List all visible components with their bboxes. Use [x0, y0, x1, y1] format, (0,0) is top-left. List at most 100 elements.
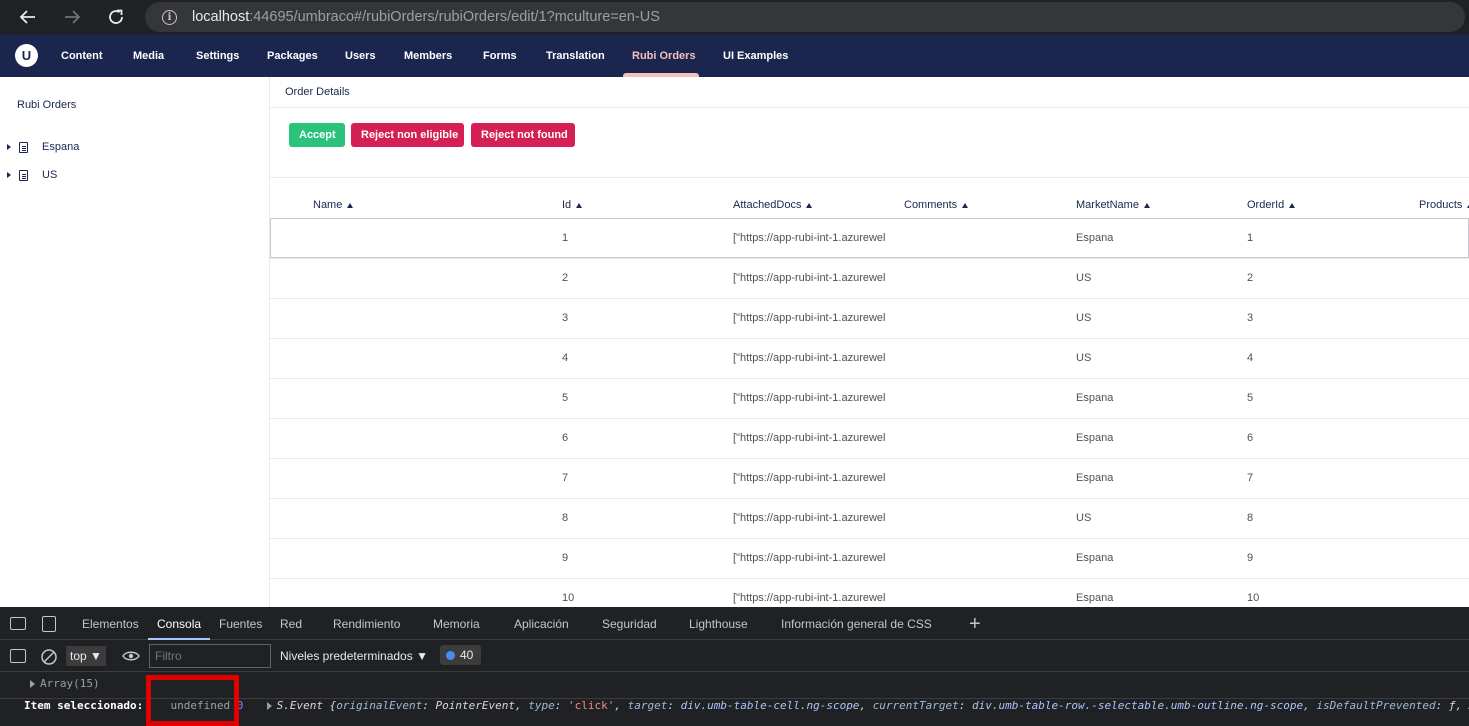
- column-header-products[interactable]: Products: [1419, 199, 1469, 211]
- devtools-tab-lighthouse[interactable]: Lighthouse: [689, 607, 748, 640]
- back-button[interactable]: [17, 6, 39, 28]
- column-header-attacheddocs[interactable]: AttachedDocs: [733, 199, 813, 211]
- event-separator: :: [667, 699, 681, 712]
- add-tab-icon[interactable]: +: [969, 613, 981, 636]
- accept-button[interactable]: Accept: [289, 123, 345, 147]
- table-cell-id: 8: [562, 512, 569, 524]
- live-expression-eye-icon[interactable]: [122, 650, 140, 662]
- nav-item-content[interactable]: Content: [61, 35, 103, 77]
- sort-ascending-icon[interactable]: [576, 202, 583, 208]
- log-levels-dropdown[interactable]: Niveles predeterminados ▼: [280, 649, 428, 663]
- sort-ascending-icon[interactable]: [1289, 202, 1296, 208]
- table-row[interactable]: 7 ["https://app-rubi-int-1.azurewel Espana…: [270, 458, 1469, 498]
- event-separator: ,: [1455, 699, 1469, 712]
- nav-item-media[interactable]: Media: [133, 35, 164, 77]
- column-header-orderid[interactable]: OrderId: [1247, 199, 1296, 211]
- event-separator: :: [554, 699, 569, 712]
- sort-ascending-icon[interactable]: [806, 202, 813, 208]
- tree-item-us[interactable]: US: [0, 165, 270, 185]
- address-bar[interactable]: i localhost:44695/umbraco#/rubiOrders/ru…: [145, 2, 1465, 32]
- devtools-tab-memoria[interactable]: Memoria: [433, 607, 480, 640]
- reload-button[interactable]: [105, 6, 127, 28]
- devtools-tab-rendimiento[interactable]: Rendimiento: [333, 607, 400, 640]
- tree-title[interactable]: Rubi Orders: [17, 99, 76, 111]
- nav-item-ui-examples[interactable]: UI Examples: [723, 35, 788, 77]
- sort-ascending-icon[interactable]: [962, 202, 969, 208]
- table-cell-order: 6: [1247, 432, 1254, 444]
- url-text: localhost:44695/umbraco#/rubiOrders/rubi…: [192, 9, 660, 25]
- event-value: div.umb-table-row.-selectable.umb-outlin…: [972, 699, 1304, 712]
- browser-toolbar: i localhost:44695/umbraco#/rubiOrders/ru…: [0, 0, 1469, 35]
- table-cell-order: 10: [1247, 592, 1260, 604]
- table-row[interactable]: 6 ["https://app-rubi-int-1.azurewel Espana…: [270, 418, 1469, 458]
- expand-caret-icon[interactable]: [7, 172, 11, 178]
- nav-item-settings[interactable]: Settings: [196, 35, 239, 77]
- screenshot-root: i localhost:44695/umbraco#/rubiOrders/ru…: [0, 0, 1469, 726]
- log-levels-label: Niveles predeterminados: [280, 649, 413, 663]
- reload-icon: [109, 9, 123, 24]
- site-info-icon[interactable]: i: [162, 9, 177, 25]
- table-row[interactable]: 3 ["https://app-rubi-int-1.azurewel US 3: [270, 298, 1469, 338]
- event-separator: ,: [614, 699, 628, 712]
- nav-item-rubi-orders[interactable]: Rubi Orders: [632, 35, 696, 77]
- console-filter-input[interactable]: [149, 644, 271, 668]
- column-header-label: AttachedDocs: [733, 199, 802, 211]
- reject-non-eligible-button[interactable]: Reject non eligible: [351, 123, 464, 147]
- nav-item-users[interactable]: Users: [345, 35, 376, 77]
- issues-badge[interactable]: 40: [440, 645, 481, 665]
- nav-item-forms[interactable]: Forms: [483, 35, 517, 77]
- nav-item-members[interactable]: Members: [404, 35, 452, 77]
- sort-ascending-icon[interactable]: [1143, 202, 1150, 208]
- inspect-element-icon[interactable]: [10, 617, 26, 630]
- table-row[interactable]: 5 ["https://app-rubi-int-1.azurewel Espana…: [270, 378, 1469, 418]
- url-path: :44695/umbraco#/rubiOrders/rubiOrders/ed…: [249, 9, 660, 25]
- table-cell-market: Espana: [1076, 232, 1114, 244]
- table-row[interactable]: 9 ["https://app-rubi-int-1.azurewel Espana…: [270, 538, 1469, 578]
- table-cell-docs: ["https://app-rubi-int-1.azurewel: [733, 392, 886, 404]
- column-header-name[interactable]: Name: [313, 199, 354, 211]
- devtools-tab-seguridad[interactable]: Seguridad: [602, 607, 657, 640]
- table-row[interactable]: 2 ["https://app-rubi-int-1.azurewel US 2: [270, 258, 1469, 298]
- table-cell-id: 10: [562, 592, 575, 604]
- nav-item-packages[interactable]: Packages: [267, 35, 318, 77]
- reject-not-found-button[interactable]: Reject not found: [471, 123, 575, 147]
- expand-triangle-icon[interactable]: [30, 680, 35, 688]
- column-header-marketname[interactable]: MarketName: [1076, 199, 1150, 211]
- table-row[interactable]: 1 ["https://app-rubi-int-1.azurewel Espana…: [270, 218, 1469, 258]
- devtools-tab-red[interactable]: Red: [280, 607, 302, 640]
- table-cell-id: 6: [562, 432, 569, 444]
- devtools-tab-información-general-de-css[interactable]: Información general de CSS: [781, 607, 932, 640]
- table-row[interactable]: 4 ["https://app-rubi-int-1.azurewel US 4: [270, 338, 1469, 378]
- column-header-label: Products: [1419, 199, 1463, 211]
- table-cell-docs: ["https://app-rubi-int-1.azurewel: [733, 272, 886, 284]
- event-properties: originalEvent: PointerEvent, type: 'clic…: [336, 699, 1469, 712]
- devtools-tab-consola[interactable]: Consola: [148, 607, 211, 640]
- sidebar-toggle-icon[interactable]: [10, 649, 26, 663]
- sort-ascending-icon[interactable]: [347, 202, 354, 208]
- forward-button[interactable]: [61, 6, 83, 28]
- column-header-id[interactable]: Id: [562, 199, 583, 211]
- tree-item-espana[interactable]: Espana: [0, 137, 270, 157]
- column-header-label: Id: [562, 199, 572, 211]
- table-cell-market: Espana: [1076, 392, 1114, 404]
- clear-console-icon[interactable]: [40, 648, 58, 666]
- table-cell-id: 2: [562, 272, 569, 284]
- devtools-tab-aplicación[interactable]: Aplicación: [514, 607, 569, 640]
- document-icon: [19, 169, 28, 181]
- devtools-tab-fuentes[interactable]: Fuentes: [219, 607, 262, 640]
- umbraco-logo[interactable]: U: [15, 44, 38, 67]
- nav-item-translation[interactable]: Translation: [546, 35, 605, 77]
- table-row[interactable]: 8 ["https://app-rubi-int-1.azurewel US 8: [270, 498, 1469, 538]
- table-cell-market: Espana: [1076, 472, 1114, 484]
- event-key: currentTarget: [872, 699, 959, 712]
- table-row[interactable]: 10 ["https://app-rubi-int-1.azurewel Espan…: [270, 578, 1469, 607]
- panel-header: Order Details: [270, 77, 1469, 108]
- context-selector[interactable]: top ▼: [66, 646, 106, 666]
- device-toolbar-icon[interactable]: [42, 616, 56, 632]
- expand-triangle-icon[interactable]: [266, 702, 272, 710]
- devtools-tab-elementos[interactable]: Elementos: [82, 607, 139, 640]
- event-key: target: [627, 699, 668, 712]
- url-host: localhost: [192, 9, 250, 25]
- expand-caret-icon[interactable]: [7, 144, 11, 150]
- column-header-comments[interactable]: Comments: [904, 199, 969, 211]
